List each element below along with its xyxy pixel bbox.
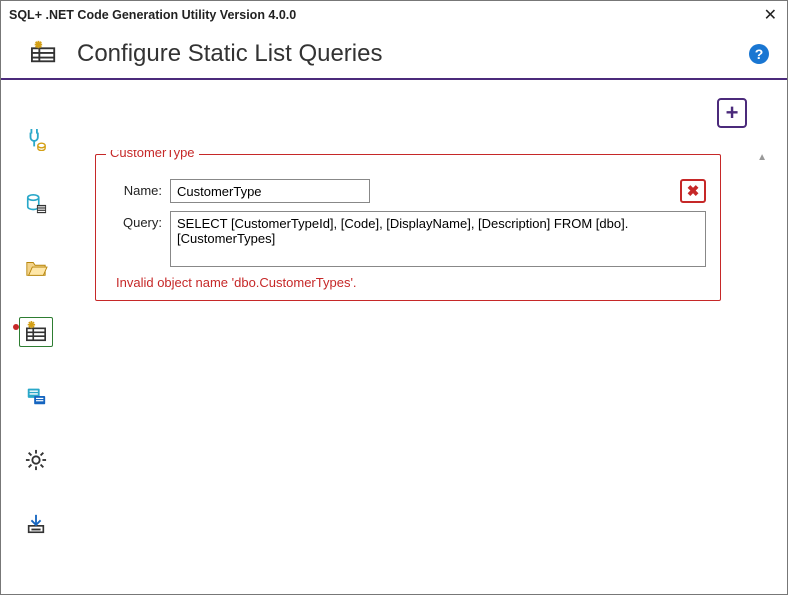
name-input[interactable] [170,179,370,203]
nav-enums[interactable] [19,381,53,411]
nav-database[interactable] [19,189,53,219]
query-list: CustomerType Name: ✖ Query: Invalid obje… [91,150,751,570]
scroll-up-arrow-icon: ▲ [757,152,767,163]
add-query-button[interactable]: + [717,98,747,128]
query-legend: CustomerType [106,150,199,160]
main-panel: + ▲ CustomerType Name: ✖ Query: Invalid … [71,80,787,595]
query-error-text: Invalid object name 'dbo.CustomerTypes'. [110,275,706,290]
nav-folder[interactable] [19,253,53,283]
dirty-indicator-icon [13,324,19,330]
page-title: Configure Static List Queries [77,40,382,68]
help-button[interactable]: ? [749,44,769,64]
query-textarea[interactable] [170,211,706,267]
name-label: Name: [110,179,162,198]
nav-connect[interactable] [19,125,53,155]
window-title: SQL+ .NET Code Generation Utility Versio… [9,8,296,22]
window-close-button[interactable]: ✕ [764,5,777,25]
nav-settings[interactable] [19,445,53,475]
query-group: CustomerType Name: ✖ Query: Invalid obje… [95,154,721,301]
delete-query-button[interactable]: ✖ [680,179,706,203]
query-label: Query: [110,211,162,230]
nav-static-list[interactable] [19,317,53,347]
sidebar [1,80,71,595]
nav-build[interactable] [19,509,53,539]
page-icon [29,39,59,68]
